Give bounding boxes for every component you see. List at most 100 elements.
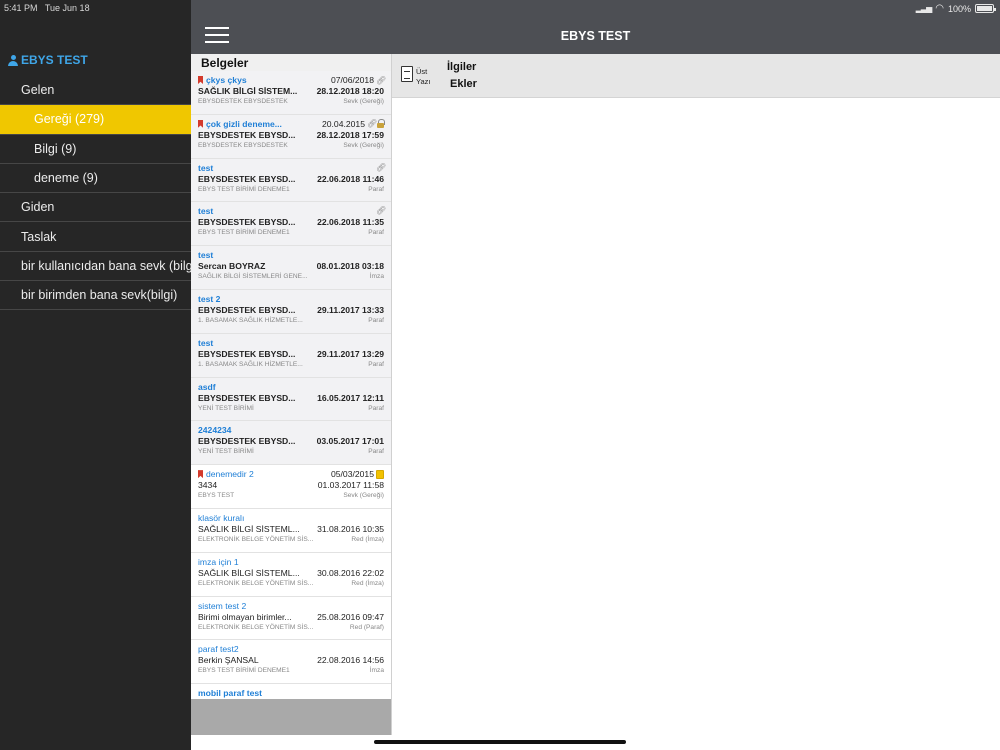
row-date2: 16.05.2017 12:11 — [317, 392, 384, 403]
row-unit: EBYS TEST BİRİMİ DENEME1 — [198, 185, 290, 193]
row-unit: EBYS TEST BİRİMİ DENEME1 — [198, 229, 290, 237]
row-sender: EBYSDESTEK EBYSD... — [198, 436, 296, 447]
list-item[interactable]: test Sercan BOYRAZ SAĞLIK BİLGİ SİSTEMLE… — [191, 246, 392, 290]
row-unit: YENİ TEST BİRİMİ — [198, 448, 254, 456]
status-date: Tue Jun 18 — [44, 3, 90, 13]
row-date2: 28.12.2018 17:59 — [316, 129, 384, 140]
account-label[interactable]: EBYS TEST — [8, 53, 88, 67]
bookmark-icon — [198, 119, 203, 128]
app-title: EBYS TEST — [560, 29, 631, 43]
list-item[interactable]: klasör kuralı SAĞLIK BİLGİ SİSTEML... EL… — [191, 509, 392, 553]
sidebar-item-label: bir birimden bana sevk(bilgi) — [21, 288, 178, 303]
list-title: Belgeler — [201, 56, 249, 70]
document-rows: çkys çkys SAĞLIK BİLGİ SİSTEM... EBYSDES… — [191, 71, 392, 698]
row-sender: EBYSDESTEK EBYSD... — [198, 217, 296, 228]
row-subject: mobil paraf test — [198, 688, 262, 699]
status-time: 5:41 PM — [4, 3, 38, 13]
list-item[interactable]: test EBYSDESTEK EBYSD... EBYS TEST BİRİM… — [191, 202, 392, 247]
row-action: Paraf — [368, 229, 384, 237]
battery-percent: 100% — [947, 3, 971, 14]
list-item[interactable]: paraf test2 Berkin ŞANSAL EBYS TEST BİRİ… — [191, 640, 392, 685]
row-subject: paraf test2 — [198, 644, 239, 655]
list-item[interactable]: mobil paraf test — [191, 684, 392, 698]
row-date2: 28.12.2018 18:20 — [316, 86, 384, 96]
list-item[interactable]: çok gizli deneme... EBYSDESTEK EBYSD... … — [191, 114, 392, 159]
row-subject: test — [198, 337, 214, 348]
list-item[interactable]: test EBYSDESTEK EBYSD... EBYS TEST BİRİM… — [191, 158, 392, 203]
row-unit: EBYS TEST BİRİMİ DENEME1 — [198, 667, 290, 675]
paperclip-icon: 🔗︎ — [376, 206, 387, 216]
row-sender: SAĞLIK BİLGİ SİSTEML... — [198, 567, 300, 578]
row-date2: 25.08.2016 09:47 — [317, 611, 384, 622]
row-action: Sevk (Gereği) — [343, 492, 384, 500]
sidebar-item-taslak[interactable]: Taslak — [0, 222, 191, 252]
battery-icon — [975, 4, 996, 13]
row-date2: 29.11.2017 13:33 — [317, 304, 384, 315]
list-header: Belgeler — [191, 54, 392, 71]
list-item[interactable]: asdf EBYSDESTEK EBYSD... YENİ TEST BİRİM… — [191, 377, 392, 422]
row-action: Paraf — [368, 360, 384, 368]
row-date1-line: 07/06/2018 🔗︎ — [331, 75, 387, 85]
row-sender: EBYSDESTEK EBYSD... — [198, 129, 296, 140]
row-subject: test 2 — [198, 293, 221, 304]
note-icon — [376, 469, 384, 479]
row-subject-line: çok gizli deneme... — [198, 119, 282, 129]
row-subject: 2424234 — [198, 425, 232, 436]
row-unit: YENİ TEST BİRİMİ — [198, 404, 254, 412]
home-indicator[interactable] — [374, 740, 626, 744]
sidebar-item-birim-sevk[interactable]: bir birimden bana sevk(bilgi) — [0, 281, 191, 311]
row-sender: EBYSDESTEK EBYSD... — [198, 173, 296, 184]
row-date1-line: 20.04.2015 🔗︎ — [322, 119, 385, 129]
row-subject: imza için 1 — [198, 556, 239, 567]
row-unit: 1. BASAMAK SAĞLIK HİZMETLE... — [198, 360, 303, 368]
sidebar-item-label: deneme (9) — [34, 171, 98, 186]
row-date2: 22.06.2018 11:46 — [317, 173, 384, 184]
detail-toolbar: Üst Yazı İlgiler Ekler — [392, 54, 1000, 98]
list-item[interactable]: imza için 1 SAĞLIK BİLGİ SİSTEML... ELEK… — [191, 553, 392, 597]
signal-icon: ▂▃▅ — [915, 4, 933, 13]
row-action: İmza — [369, 667, 384, 675]
paperclip-icon: 🔗︎ — [367, 119, 378, 129]
sidebar-item-giden[interactable]: Giden — [0, 193, 191, 223]
row-sender: EBYSDESTEK EBYSD... — [198, 348, 296, 359]
tab-ekler[interactable]: Ekler — [450, 78, 477, 90]
row-sender: EBYSDESTEK EBYSD... — [198, 304, 296, 315]
sidebar-item-geregi[interactable]: Gereği (279) — [0, 105, 191, 135]
row-sender: Berkin ŞANSAL — [198, 655, 259, 666]
sidebar-item-label: Bilgi (9) — [34, 141, 77, 156]
panel-divider — [391, 54, 392, 735]
sidebar-item-label: Taslak — [21, 229, 57, 244]
list-item[interactable]: çkys çkys SAĞLIK BİLGİ SİSTEM... EBYSDES… — [191, 71, 392, 115]
row-subject: denemedir 2 — [206, 469, 254, 480]
list-item[interactable]: denemedir 2 3434 EBYS TEST 05/03/2015 01… — [191, 465, 392, 509]
row-action: Paraf — [368, 316, 384, 324]
row-date2: 22.06.2018 11:35 — [317, 217, 384, 228]
sidebar-item-kullanici-sevk[interactable]: bir kullanıcıdan bana sevk (bilgi) — [0, 252, 191, 282]
tab-ilgiler[interactable]: İlgiler — [447, 61, 476, 73]
sidebar-item-deneme[interactable]: deneme (9) — [0, 164, 191, 194]
row-sender: SAĞLIK BİLGİ SİSTEM... — [198, 86, 298, 96]
sidebar: 5:41 PM Tue Jun 18 EBYS TEST Gelen Gereğ… — [0, 0, 191, 750]
bookmark-icon — [198, 76, 203, 84]
row-unit: SAĞLIK BİLGİ SİSTEMLERİ GENE... — [198, 273, 308, 281]
row-date2: 31.08.2016 10:35 — [317, 523, 384, 534]
sidebar-item-bilgi[interactable]: Bilgi (9) — [0, 135, 191, 164]
row-unit: ELEKTRONİK BELGE YÖNETİM SİS... — [198, 579, 314, 587]
row-unit: ELEKTRONİK BELGE YÖNETİM SİS... — [198, 535, 314, 543]
lock-icon — [377, 119, 385, 129]
list-item[interactable]: test EBYSDESTEK EBYSD... 1. BASAMAK SAĞL… — [191, 333, 392, 378]
row-action: Sevk (Gereği) — [343, 98, 384, 105]
sidebar-item-label: Gereği (279) — [34, 112, 105, 127]
row-action: İmza — [369, 273, 384, 281]
sidebar-item-gelen[interactable]: Gelen — [0, 76, 191, 106]
row-date1-line: 🔗︎ — [376, 163, 386, 172]
list-item[interactable]: 2424234 EBYSDESTEK EBYSD... YENİ TEST Bİ… — [191, 421, 392, 466]
sidebar-item-label: Giden — [21, 200, 55, 215]
list-item[interactable]: test 2 EBYSDESTEK EBYSD... 1. BASAMAK SA… — [191, 289, 392, 334]
list-item[interactable]: sistem test 2 Birimi olmayan birimler...… — [191, 597, 392, 641]
ust-yazi-button[interactable]: Üst Yazı — [401, 66, 435, 90]
paperclip-icon: 🔗︎ — [376, 75, 387, 85]
row-action: Paraf — [368, 448, 384, 456]
bookmark-icon — [198, 470, 203, 479]
row-date2: 03.05.2017 17:01 — [316, 436, 384, 447]
